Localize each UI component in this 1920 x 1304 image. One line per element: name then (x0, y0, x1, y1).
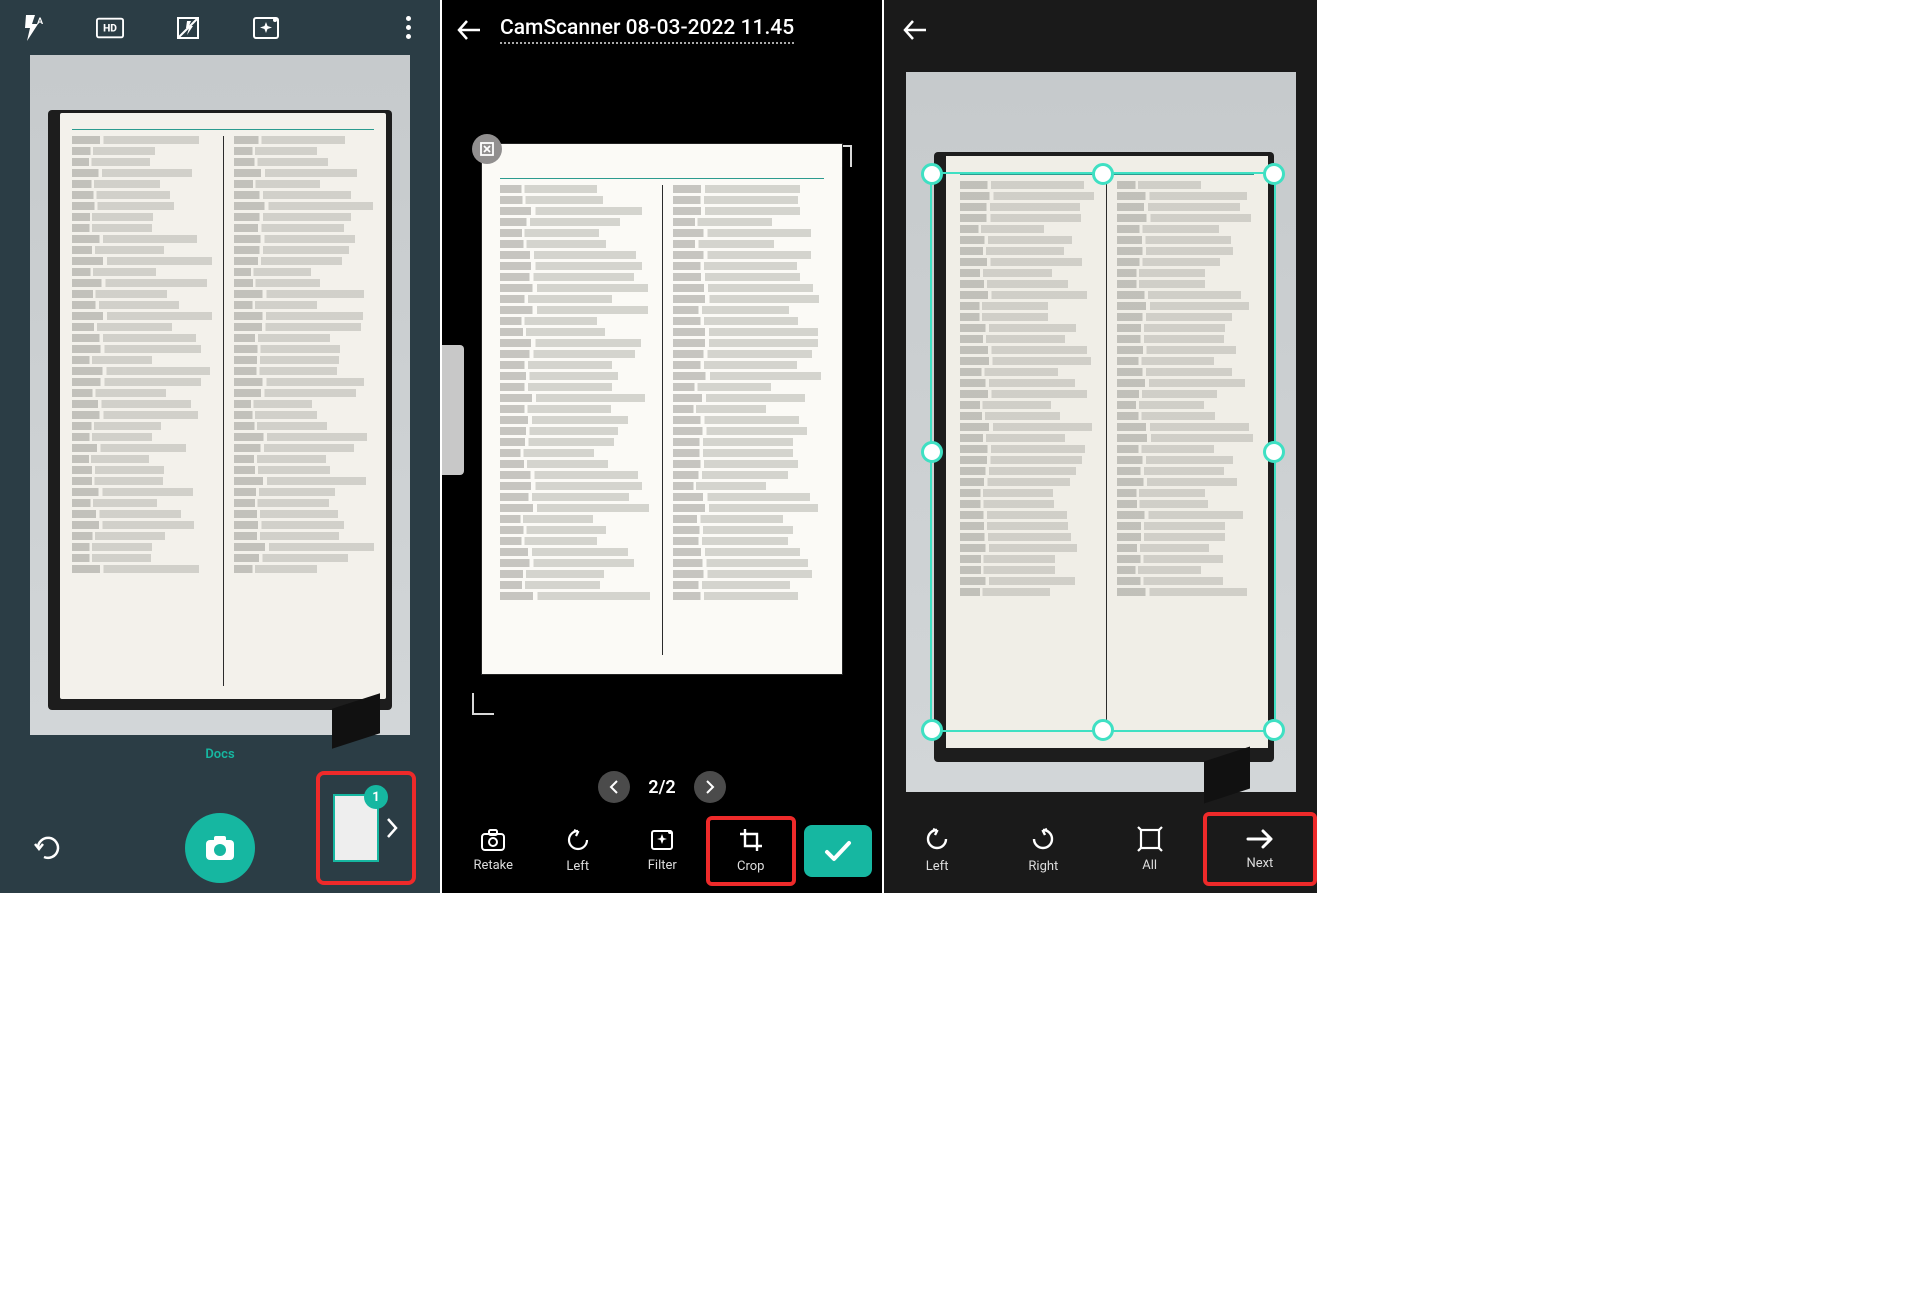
rotate-left-button[interactable]: Left (537, 816, 620, 886)
filter-button[interactable]: Filter (621, 816, 704, 886)
shutter-button[interactable] (185, 813, 255, 883)
back-arrow-icon[interactable] (902, 19, 928, 41)
next-label: Next (1246, 856, 1273, 871)
crop-handle[interactable] (921, 719, 943, 741)
select-all-label: All (1142, 858, 1157, 873)
crop-adjust-screen: Left Right All Next (884, 0, 1319, 893)
camera-capture-screen: A HD (0, 0, 442, 893)
preview-top-bar: CamScanner 08-03-2022 11.45 (442, 0, 882, 60)
preview-stage (442, 60, 882, 758)
rotate-right-label: Right (1028, 859, 1058, 874)
next-button[interactable]: Next (1203, 812, 1317, 886)
captured-thumbnail[interactable]: 1 (333, 794, 379, 862)
page-pager: 2/2 (442, 771, 882, 803)
captured-thumbnail-group[interactable]: 1 (316, 771, 416, 885)
undo-icon[interactable] (28, 828, 68, 868)
confirm-button[interactable] (804, 825, 872, 877)
hd-icon[interactable]: HD (96, 14, 124, 42)
pager-next-icon[interactable] (694, 771, 726, 803)
crop-top-bar (884, 0, 1317, 60)
thumbnail-count-badge: 1 (364, 785, 388, 809)
crop-photo[interactable] (906, 72, 1296, 792)
rotate-left-button[interactable]: Left (884, 812, 990, 886)
select-all-button[interactable]: All (1097, 812, 1203, 886)
enhance-icon[interactable] (252, 14, 280, 42)
flash-auto-icon[interactable]: A (18, 14, 46, 42)
chevron-right-icon[interactable] (385, 817, 399, 839)
preview-bottom-toolbar: Retake Left Filter Crop (442, 808, 882, 893)
flash-adjust-icon[interactable] (174, 14, 202, 42)
back-arrow-icon[interactable] (456, 19, 482, 41)
delete-page-icon[interactable] (472, 134, 502, 164)
svg-text:HD: HD (103, 21, 117, 34)
filter-label: Filter (648, 858, 677, 873)
crop-handle[interactable] (1092, 163, 1114, 185)
rotate-right-button[interactable]: Right (990, 812, 1096, 886)
crop-handle[interactable] (921, 441, 943, 463)
crop-button[interactable]: Crop (706, 816, 797, 886)
scan-preview-screen: CamScanner 08-03-2022 11.45 2/2 (442, 0, 884, 893)
scanned-page[interactable] (482, 144, 842, 674)
crop-handle[interactable] (1263, 441, 1285, 463)
crop-handle[interactable] (921, 163, 943, 185)
crop-bottom-toolbar: Left Right All Next (884, 805, 1317, 893)
crop-label: Crop (737, 859, 764, 874)
more-vert-icon[interactable] (394, 14, 422, 42)
capture-mode-tab[interactable]: Docs (0, 747, 440, 762)
camera-viewfinder: /*placeholder lines*/ (30, 55, 410, 735)
crop-handle[interactable] (1263, 719, 1285, 741)
document-title[interactable]: CamScanner 08-03-2022 11.45 (500, 16, 794, 44)
crop-handle[interactable] (1263, 163, 1285, 185)
retake-label: Retake (473, 858, 513, 873)
rotate-left-label: Left (566, 859, 589, 874)
crop-stage (884, 60, 1317, 803)
camera-top-toolbar: A HD (0, 0, 440, 55)
svg-text:A: A (37, 17, 44, 27)
rotate-left-label: Left (926, 859, 949, 874)
retake-button[interactable]: Retake (452, 816, 535, 886)
document-page-preview (946, 156, 1268, 748)
crop-handle[interactable] (1092, 719, 1114, 741)
document-page-preview: /*placeholder lines*/ (60, 113, 386, 699)
page-indicator: 2/2 (648, 777, 675, 798)
pager-prev-icon[interactable] (598, 771, 630, 803)
